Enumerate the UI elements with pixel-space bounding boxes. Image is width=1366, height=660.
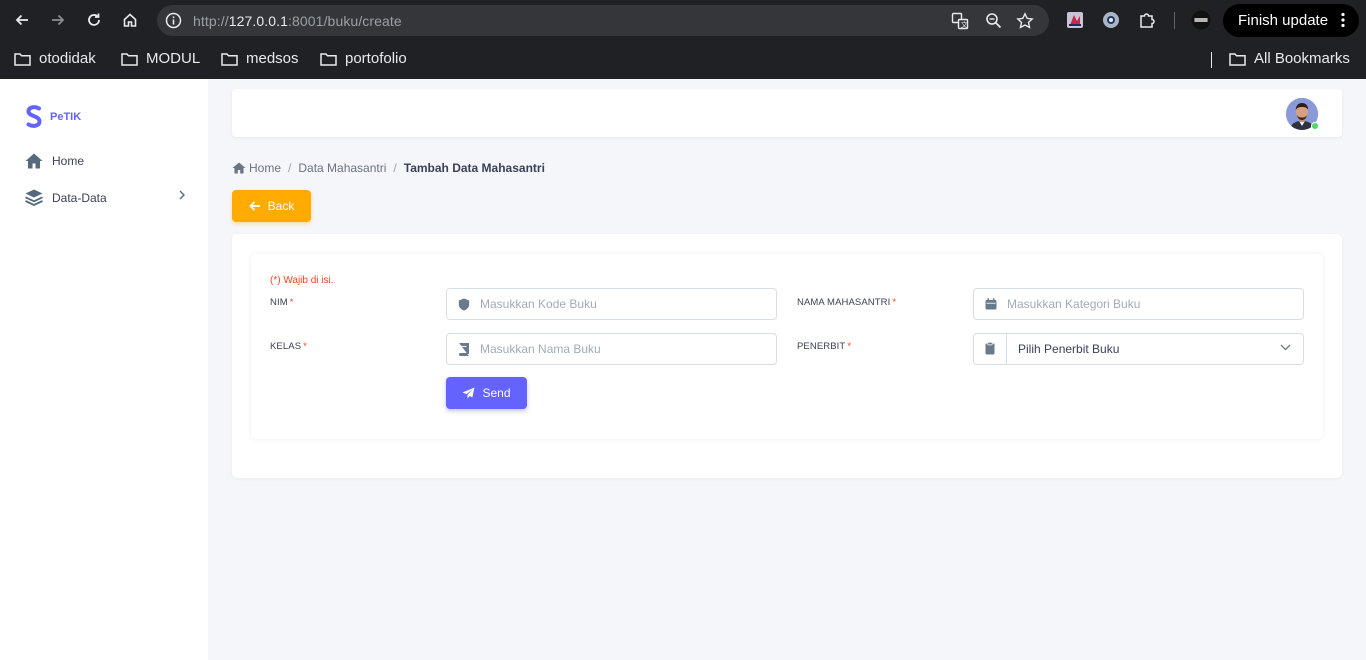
- nama-mahasantri-field[interactable]: [973, 288, 1304, 320]
- penerbit-selected-value: Pilih Penerbit Buku: [1018, 342, 1120, 356]
- sidebar-item-data-data[interactable]: Data-Data: [25, 189, 185, 206]
- chevron-down-icon: [1280, 344, 1291, 351]
- finish-update-button[interactable]: Finish update: [1223, 4, 1359, 37]
- shield-icon: [458, 298, 470, 311]
- send-button-label: Send: [482, 386, 511, 400]
- book-icon: [459, 343, 469, 356]
- send-icon: [462, 387, 475, 399]
- home-browser-icon[interactable]: [120, 10, 140, 30]
- url-text: http://127.0.0.1:8001/buku/create: [193, 13, 402, 29]
- breadcrumb-separator: /: [288, 161, 292, 175]
- main-content: Home / Data Mahasantri / Tambah Data Mah…: [208, 79, 1366, 660]
- sidebar-item-home[interactable]: Home: [25, 153, 185, 169]
- app: PeTIK Home Data-Data Home / Data Mahasan…: [0, 79, 1366, 660]
- bookmark-folder-otodidak[interactable]: otodidak: [14, 50, 96, 67]
- sidebar-item-label: Data-Data: [52, 190, 107, 205]
- back-button[interactable]: Back: [232, 190, 311, 222]
- nama-mahasantri-input[interactable]: [1007, 289, 1287, 319]
- translate-icon[interactable]: 文: [951, 12, 969, 35]
- more-vert-icon: [1341, 12, 1345, 32]
- address-bar[interactable]: http://127.0.0.1:8001/buku/create 文: [157, 5, 1049, 36]
- back-arrow-icon[interactable]: [12, 10, 32, 30]
- kelas-input[interactable]: [480, 334, 760, 364]
- folder-icon: [221, 52, 238, 66]
- home-icon: [232, 162, 246, 174]
- nama-mahasantri-label: NAMA MAHASANTRI *: [797, 297, 897, 308]
- svg-text:文: 文: [961, 20, 968, 29]
- reload-icon[interactable]: [84, 10, 104, 30]
- folder-icon: [121, 52, 138, 66]
- penerbit-select[interactable]: Pilih Penerbit Buku: [973, 333, 1304, 365]
- bookmark-folder-modul[interactable]: MODUL: [121, 50, 200, 67]
- extension-1-icon[interactable]: [1066, 11, 1084, 34]
- site-info-icon[interactable]: [165, 12, 182, 34]
- bookmark-folder-medsos[interactable]: medsos: [221, 50, 299, 67]
- logo[interactable]: PeTIK: [25, 105, 81, 129]
- all-bookmarks-button[interactable]: All Bookmarks: [1229, 50, 1350, 67]
- nim-label: NIM *: [270, 297, 294, 308]
- calendar-icon: [985, 298, 997, 310]
- extension-2-icon[interactable]: [1102, 11, 1120, 34]
- breadcrumb-home[interactable]: Home: [249, 161, 281, 175]
- folder-icon: [1229, 52, 1246, 66]
- nim-field[interactable]: [446, 288, 777, 320]
- browser-toolbar: http://127.0.0.1:8001/buku/create 文 Fini…: [0, 0, 1366, 40]
- kelas-label: KELAS *: [270, 341, 307, 352]
- logo-text: PeTIK: [50, 111, 82, 123]
- forward-arrow-icon[interactable]: [48, 10, 68, 30]
- zoom-icon[interactable]: [985, 12, 1002, 34]
- bookmark-star-icon[interactable]: [1016, 12, 1034, 35]
- breadcrumb-current: Tambah Data Mahasantri: [403, 161, 545, 175]
- bookmarks-bar: otodidak MODUL medsos portofolio All Boo…: [0, 40, 1366, 79]
- sidebar-item-label: Home: [52, 154, 85, 168]
- arrow-left-icon: [248, 201, 260, 211]
- kelas-field[interactable]: [446, 333, 777, 365]
- toolbar-divider: [1174, 12, 1175, 29]
- send-button[interactable]: Send: [446, 377, 527, 409]
- bookmarks-divider: [1211, 52, 1212, 68]
- folder-icon: [320, 52, 337, 66]
- profile-icon[interactable]: [1191, 10, 1211, 35]
- chevron-right-icon: [179, 190, 185, 200]
- online-status-dot: [1311, 122, 1319, 130]
- browser-chrome: http://127.0.0.1:8001/buku/create 文 Fini…: [0, 0, 1366, 79]
- create-form: (*) Wajib di isi. NIM* NAMA MAHASANTRI*: [251, 254, 1323, 439]
- breadcrumb-separator: /: [393, 161, 397, 175]
- folder-icon: [14, 52, 31, 66]
- required-note: (*) Wajib di isi.: [270, 275, 334, 286]
- nim-input[interactable]: [480, 289, 760, 319]
- extensions-puzzle-icon[interactable]: [1138, 11, 1156, 34]
- breadcrumb: Home / Data Mahasantri / Tambah Data Mah…: [232, 161, 545, 175]
- bookmark-folder-portofolio[interactable]: portofolio: [320, 50, 407, 67]
- navbar: [232, 89, 1342, 137]
- sidebar: PeTIK Home Data-Data: [0, 79, 208, 660]
- back-button-label: Back: [267, 199, 295, 213]
- penerbit-label: PENERBIT *: [797, 341, 852, 352]
- logo-icon: [26, 105, 42, 128]
- form-card: (*) Wajib di isi. NIM* NAMA MAHASANTRI*: [232, 234, 1342, 478]
- clipboard-icon: [985, 342, 995, 355]
- layers-icon: [25, 189, 43, 206]
- breadcrumb-data-mahasantri[interactable]: Data Mahasantri: [298, 161, 386, 175]
- penerbit-addon: [974, 334, 1007, 364]
- home-icon: [25, 153, 43, 169]
